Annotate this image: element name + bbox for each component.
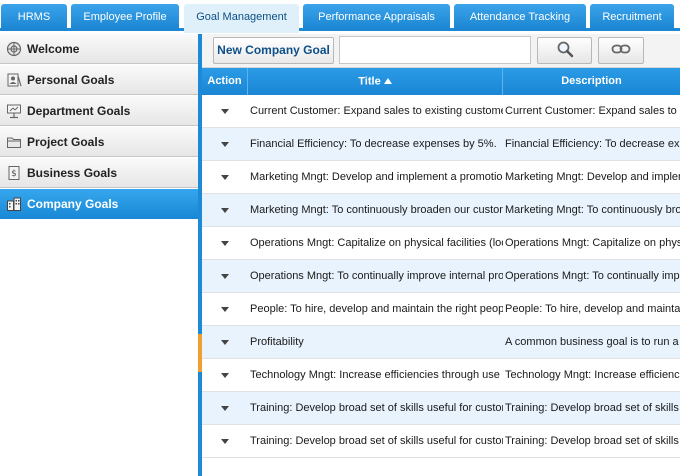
goal-description-cell: Financial Efficiency: To decrease expens… [505, 138, 680, 150]
sidebar-item-label: Welcome [27, 41, 80, 56]
company-goals-icon [6, 196, 22, 212]
goal-title-cell: Training: Develop broad set of skills us… [250, 435, 503, 447]
row-action-menu[interactable] [202, 260, 248, 293]
dropdown-caret-icon [221, 438, 229, 444]
goal-description-cell: Technology Mngt: Increase efficiencies t… [505, 369, 680, 381]
table-row[interactable]: Training: Develop broad set of skills us… [202, 425, 680, 458]
goal-description-cell: People: To hire, develop and maintain th… [505, 303, 680, 315]
goal-title-cell: Current Customer: Expand sales to existi… [250, 105, 503, 117]
table-row[interactable]: Operations Mngt: To continually improve … [202, 260, 680, 293]
column-header-description[interactable]: Description [503, 68, 680, 95]
goal-description-cell: Operations Mngt: Capitalize on physical … [505, 237, 680, 249]
project-goals-icon [6, 134, 22, 150]
dropdown-caret-icon [221, 273, 229, 279]
search-input[interactable] [339, 36, 531, 64]
sidebar-item-welcome[interactable]: Welcome [0, 34, 198, 64]
table-row[interactable]: Marketing Mngt: Develop and implement a … [202, 161, 680, 194]
tab-recruitment[interactable]: Recruitment [590, 4, 674, 31]
row-action-menu[interactable] [202, 293, 248, 326]
goal-description-cell: Marketing Mngt: To continuously broaden … [505, 204, 680, 216]
sidebar-item-project-goals[interactable]: Project Goals [0, 127, 198, 157]
goals-grid: Current Customer: Expand sales to existi… [202, 95, 680, 476]
table-row[interactable]: Current Customer: Expand sales to existi… [202, 95, 680, 128]
tab-attendance-tracking[interactable]: Attendance Tracking [454, 4, 586, 31]
sort-ascending-icon [383, 68, 392, 95]
row-action-menu[interactable] [202, 227, 248, 260]
row-action-menu[interactable] [202, 392, 248, 425]
department-goals-icon [6, 103, 22, 119]
goal-title-cell: Operations Mngt: To continually improve … [250, 270, 503, 282]
column-header-action[interactable]: Action [202, 68, 248, 95]
goal-description-cell: Training: Develop broad set of skills us… [505, 435, 680, 447]
new-company-goal-button[interactable]: New Company Goal [213, 37, 334, 64]
row-action-menu[interactable] [202, 359, 248, 392]
reset-link-icon [611, 42, 631, 59]
dropdown-caret-icon [221, 141, 229, 147]
tab-performance-appraisals[interactable]: Performance Appraisals [303, 4, 450, 31]
goal-description-cell: Operations Mngt: To continually improve … [505, 270, 680, 282]
dropdown-caret-icon [221, 174, 229, 180]
reset-search-button[interactable] [598, 37, 644, 64]
table-row[interactable]: People: To hire, develop and maintain th… [202, 293, 680, 326]
row-action-menu[interactable] [202, 95, 248, 128]
goal-title-cell: People: To hire, develop and maintain th… [250, 303, 503, 315]
table-row[interactable]: Marketing Mngt: To continuously broaden … [202, 194, 680, 227]
tab-hrms[interactable]: HRMS [1, 4, 67, 31]
sidebar: Welcome Personal Goals Department Goals … [0, 34, 198, 476]
sidebar-item-personal-goals[interactable]: Personal Goals [0, 65, 198, 95]
sidebar-item-company-goals[interactable]: Company Goals [0, 189, 198, 219]
dropdown-caret-icon [221, 405, 229, 411]
sidebar-item-label: Personal Goals [27, 72, 115, 87]
goal-description-cell: A common business goal is to run a profi… [505, 336, 680, 348]
sidebar-item-business-goals[interactable]: $ Business Goals [0, 158, 198, 188]
row-action-menu[interactable] [202, 161, 248, 194]
table-row[interactable]: Profitability A common business goal is t… [202, 326, 680, 359]
row-action-menu[interactable] [202, 194, 248, 227]
column-header-title[interactable]: Title [248, 68, 503, 95]
magnifier-icon [556, 40, 574, 61]
module-tab-bar: HRMS Employee Profile Goal Management Pe… [0, 0, 680, 33]
svg-text:$: $ [11, 169, 17, 179]
column-header-title-label: Title [358, 75, 381, 88]
goal-title-cell: Technology Mngt: Increase efficiencies t… [250, 369, 503, 381]
goal-title-cell: Financial Efficiency: To decrease expens… [250, 138, 497, 150]
row-action-menu[interactable] [202, 326, 248, 359]
tab-employee-profile[interactable]: Employee Profile [71, 4, 179, 31]
goal-title-cell: Operations Mngt: Capitalize on physical … [250, 237, 503, 249]
sidebar-item-label: Department Goals [27, 103, 131, 118]
dropdown-caret-icon [221, 108, 229, 114]
welcome-icon [6, 41, 22, 57]
table-row[interactable]: Financial Efficiency: To decrease expens… [202, 128, 680, 161]
sidebar-item-label: Project Goals [27, 134, 105, 149]
goals-toolbar: New Company Goal [202, 34, 680, 68]
goal-description-cell: Current Customer: Expand sales to existi… [505, 105, 680, 117]
dropdown-caret-icon [221, 240, 229, 246]
row-action-menu[interactable] [202, 128, 248, 161]
personal-goals-icon [6, 72, 22, 88]
row-action-menu[interactable] [202, 425, 248, 458]
goal-title-cell: Training: Develop broad set of skills us… [250, 402, 503, 414]
dropdown-caret-icon [221, 306, 229, 312]
goal-description-cell: Training: Develop broad set of skills us… [505, 402, 680, 414]
table-row[interactable]: Training: Develop broad set of skills us… [202, 392, 680, 425]
table-row[interactable]: Technology Mngt: Increase efficiencies t… [202, 359, 680, 392]
goal-title-cell: Marketing Mngt: To continuously broaden … [250, 204, 503, 216]
sidebar-item-department-goals[interactable]: Department Goals [0, 96, 198, 126]
goal-title-cell: Profitability [250, 336, 304, 348]
dropdown-caret-icon [221, 372, 229, 378]
goal-description-cell: Marketing Mngt: Develop and implement a … [505, 171, 680, 183]
tab-goal-management[interactable]: Goal Management [184, 4, 299, 33]
sidebar-item-label: Business Goals [27, 165, 118, 180]
grid-header: Action Title Description [202, 68, 680, 95]
goal-title-cell: Marketing Mngt: Develop and implement a … [250, 171, 503, 183]
sidebar-item-label: Company Goals [27, 196, 119, 211]
business-goals-icon: $ [6, 165, 22, 181]
table-row[interactable]: Operations Mngt: Capitalize on physical … [202, 227, 680, 260]
search-button[interactable] [537, 37, 592, 64]
dropdown-caret-icon [221, 339, 229, 345]
dropdown-caret-icon [221, 207, 229, 213]
